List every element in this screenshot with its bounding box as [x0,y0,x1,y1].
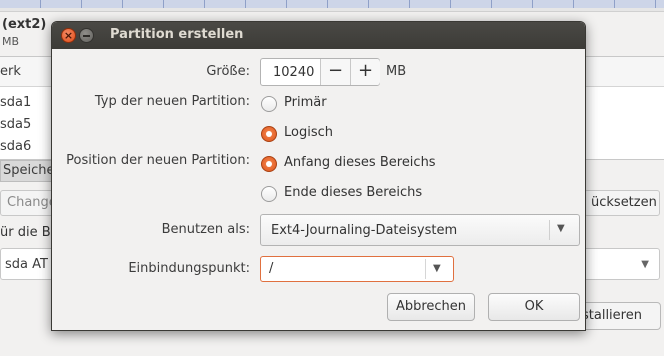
radio-end[interactable] [261,186,277,202]
decrement-button[interactable]: − [320,59,350,85]
cancel-button[interactable]: Abbrechen [387,293,475,321]
mount-point-label: Einbindungspunkt: [128,261,250,276]
type-label: Typ der neuen Partition: [94,94,250,109]
dialog-title: Partition erstellen [110,27,244,42]
mount-point-combo[interactable]: / ▼ [260,256,454,282]
row-device: sda1 [0,95,32,110]
close-icon[interactable]: × [61,28,76,43]
chevron-down-icon: ▼ [641,259,649,270]
row-device: sda6 [0,139,32,154]
dialog-titlebar[interactable]: × Partition erstellen [52,22,585,49]
partition-size-unit: MB [2,35,20,48]
radio-primary[interactable] [261,96,277,112]
size-spinbutton[interactable]: 10240 − + [260,58,380,86]
column-header-device: erk [0,64,21,79]
combo-divider [549,220,550,240]
position-label: Position der neuen Partition: [66,153,250,168]
size-unit: MB [386,64,407,79]
use-as-label: Benutzen als: [161,222,250,237]
radio-beginning-label[interactable]: Anfang dieses Bereichs [284,155,436,170]
create-partition-dialog: × Partition erstellen Größe: 10240 − + M… [51,21,586,331]
chevron-down-icon: ▼ [557,223,565,234]
size-input[interactable]: 10240 [273,65,314,80]
chevron-down-icon[interactable]: ▼ [433,263,441,274]
radio-logical[interactable] [261,126,277,142]
partition-bar [0,0,664,12]
combo-divider [425,259,426,279]
bootloader-device-value: sda AT [5,257,48,272]
ok-button[interactable]: OK [488,293,580,321]
radio-logical-label[interactable]: Logisch [284,125,333,140]
minimize-icon[interactable] [79,28,94,43]
size-label: Größe: [206,64,250,79]
increment-button[interactable]: + [350,59,380,85]
row-device: sda5 [0,117,32,132]
filesystem-value: Ext4-Journaling-Dateisystem [271,223,458,238]
radio-end-label[interactable]: Ende dieses Bereichs [284,185,422,200]
filesystem-select[interactable]: Ext4-Journaling-Dateisystem ▼ [260,214,580,246]
bootloader-label: ür die Bo [0,225,59,240]
radio-beginning[interactable] [261,156,277,172]
install-button[interactable]: stallieren [575,302,661,330]
radio-primary-label[interactable]: Primär [284,95,327,110]
partition-title: (ext2) [2,17,47,32]
revert-button[interactable]: ücksetzen [584,190,660,216]
mount-point-input[interactable]: / [269,261,273,276]
